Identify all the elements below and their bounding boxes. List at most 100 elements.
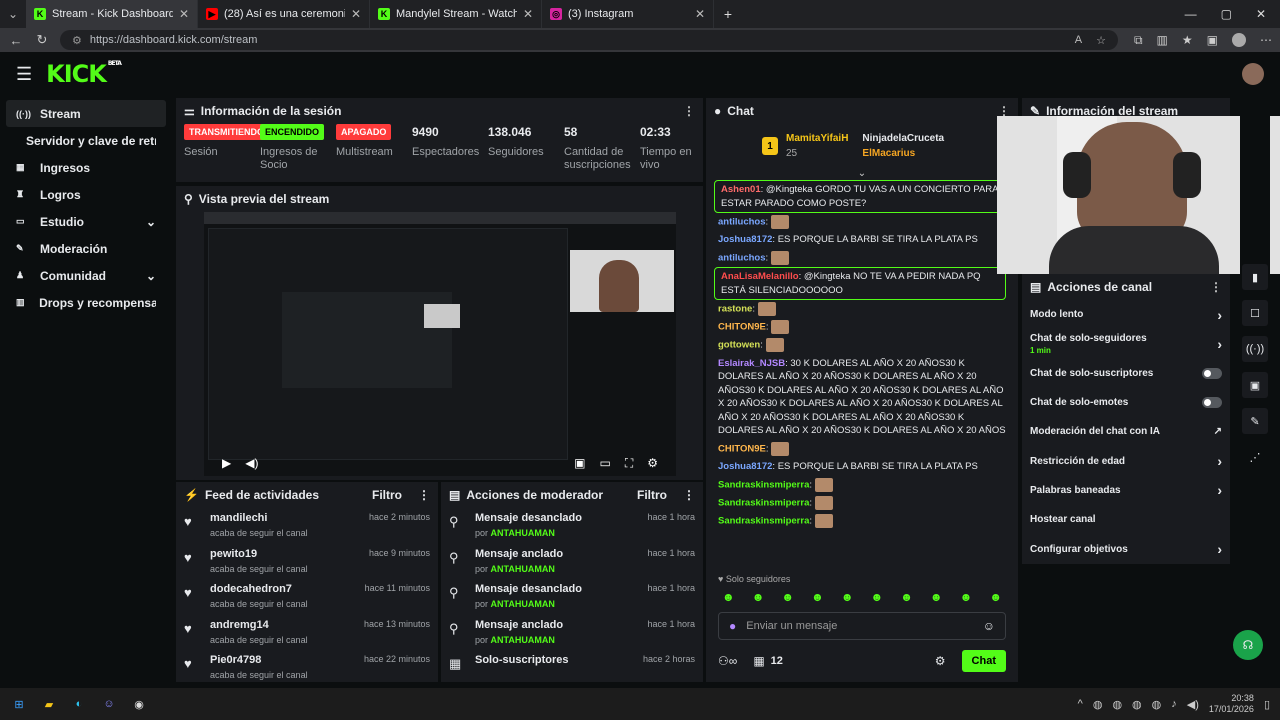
- tray-app-icon[interactable]: ◍: [1132, 698, 1142, 711]
- tray-chevron-icon[interactable]: ^: [1078, 698, 1083, 710]
- url-field[interactable]: ⚙ https://dashboard.kick.com/stream A ☆: [60, 30, 1118, 50]
- toggle-switch[interactable]: [1202, 397, 1222, 409]
- rail-layout-icon[interactable]: ▣: [1242, 372, 1268, 398]
- chevron-right-icon[interactable]: ›: [1217, 307, 1222, 323]
- favorites-icon[interactable]: ★: [1182, 33, 1193, 48]
- split-screen-icon[interactable]: ▥: [1157, 33, 1168, 48]
- chat-settings-icon[interactable]: ⚙: [935, 654, 946, 668]
- emote-icon[interactable]: ☻: [871, 590, 884, 604]
- maximize-icon[interactable]: ▢: [1221, 7, 1232, 21]
- pip-icon[interactable]: ▣: [574, 456, 585, 470]
- browser-tab[interactable]: K Mandylel Stream - Watch Live on K ✕: [370, 0, 542, 28]
- tray-app-icon[interactable]: ◍: [1152, 698, 1162, 711]
- external-link-icon[interactable]: ↗: [1214, 426, 1222, 437]
- back-icon[interactable]: ←: [8, 33, 24, 48]
- chat-username[interactable]: Ashen01: [721, 184, 761, 195]
- chat-message[interactable]: Joshua8172: ES PORQUE LA BARBI SE TIRA L…: [706, 231, 1018, 249]
- play-icon[interactable]: ▶: [222, 456, 231, 470]
- store-icon[interactable]: ▦: [753, 654, 764, 668]
- notifications-icon[interactable]: ▯: [1264, 698, 1270, 711]
- theater-icon[interactable]: ▭: [599, 456, 610, 470]
- tray-app-icon[interactable]: ◍: [1112, 698, 1122, 711]
- close-window-icon[interactable]: ✕: [1256, 7, 1266, 21]
- emote-icon[interactable]: ☻: [722, 590, 735, 604]
- activity-item[interactable]: ♥ Pie0r4798 acaba de seguir el canal hace 2…: [176, 650, 438, 682]
- new-tab-button[interactable]: +: [714, 6, 742, 22]
- profile-icon[interactable]: [1232, 32, 1246, 47]
- rail-wrench-icon[interactable]: ✎: [1242, 408, 1268, 434]
- chat-message[interactable]: rastone:: [706, 300, 1018, 318]
- activity-item[interactable]: ♥ andremg14 acaba de seguir el canal hace 1…: [176, 615, 438, 651]
- chat-message[interactable]: CHITON9E:: [706, 318, 1018, 336]
- chevron-down-icon[interactable]: ⌄: [146, 269, 156, 283]
- tray-mic-icon[interactable]: ♪: [1171, 698, 1177, 710]
- chat-username[interactable]: AnaLisaMelanillo: [721, 271, 799, 282]
- rail-bookmark-icon[interactable]: ▮: [1242, 264, 1268, 290]
- user-avatar[interactable]: [1242, 63, 1264, 85]
- channel-action-row[interactable]: Configurar objetivos ›: [1022, 534, 1230, 563]
- emote-icon[interactable]: ☻: [989, 590, 1002, 604]
- mod-action-item[interactable]: ▦ Solo-suscriptores hace 2 horas: [441, 650, 703, 682]
- windows-start-icon[interactable]: ⊞: [10, 695, 28, 713]
- settings-icon[interactable]: ⚙: [647, 456, 658, 470]
- chat-username[interactable]: gottowen: [718, 340, 760, 351]
- chat-message[interactable]: Sandraskinsmiperra:: [706, 476, 1018, 494]
- emote-icon[interactable]: ☻: [781, 590, 794, 604]
- tray-volume-icon[interactable]: ◀): [1187, 698, 1199, 711]
- chevron-right-icon[interactable]: ›: [1217, 336, 1222, 352]
- channel-action-row[interactable]: Chat de solo-seguidores 1 min ›: [1022, 329, 1230, 358]
- rail-share-icon[interactable]: ⋰: [1242, 444, 1268, 470]
- chat-send-button[interactable]: Chat: [961, 650, 1006, 672]
- site-info-icon[interactable]: ⚙: [72, 34, 82, 47]
- obs-icon[interactable]: ◉: [130, 695, 148, 713]
- activity-item[interactable]: ♥ pewito19 acaba de seguir el canal hace 9 …: [176, 544, 438, 580]
- chat-username[interactable]: Eslairak_NJSB: [718, 358, 785, 369]
- chat-message[interactable]: CHITON9E:: [706, 440, 1018, 458]
- chat-username[interactable]: antiluchos: [718, 217, 766, 228]
- channel-action-row[interactable]: Chat de solo-suscriptores: [1022, 359, 1230, 388]
- fullscreen-icon[interactable]: ⛶: [625, 456, 633, 471]
- moderator-name[interactable]: ANTAHUAMAN: [491, 564, 555, 574]
- emote-icon[interactable]: ☻: [930, 590, 943, 604]
- activity-item[interactable]: ♥ mandilechi acaba de seguir el canal hace …: [176, 508, 438, 544]
- activity-item[interactable]: ♥ dodecahedron7 acaba de seguir el canal ha…: [176, 579, 438, 615]
- rail-broadcast-icon[interactable]: ((·)): [1242, 336, 1268, 362]
- chat-message[interactable]: antiluchos:: [706, 249, 1018, 267]
- chevron-right-icon[interactable]: ›: [1217, 541, 1222, 557]
- emote-icon[interactable]: ☻: [900, 590, 913, 604]
- file-explorer-icon[interactable]: ▰: [40, 695, 58, 713]
- chat-message[interactable]: Sandraskinsmiperra:: [706, 494, 1018, 512]
- more-options-icon[interactable]: ⋮: [683, 104, 695, 118]
- menu-dots-icon[interactable]: ⋯: [1260, 33, 1272, 48]
- close-tab-icon[interactable]: ✕: [523, 7, 533, 21]
- channel-action-row[interactable]: Restricción de edad ›: [1022, 446, 1230, 475]
- chevron-down-icon[interactable]: ⌄: [146, 215, 156, 229]
- chat-username[interactable]: Joshua8172: [718, 234, 772, 245]
- moderator-name[interactable]: ANTAHUAMAN: [491, 528, 555, 538]
- edge-browser-icon[interactable]: ◐: [70, 695, 88, 713]
- sidebar-item[interactable]: ((·)) Stream: [6, 100, 166, 127]
- extensions-icon[interactable]: ⧉: [1134, 33, 1143, 48]
- close-tab-icon[interactable]: ✕: [695, 7, 705, 21]
- close-tab-icon[interactable]: ✕: [351, 7, 361, 21]
- more-options-icon[interactable]: ⋮: [418, 488, 430, 502]
- chat-message[interactable]: Sandraskinsmiperra:: [706, 512, 1018, 530]
- chat-message[interactable]: Joshua8172: ES PORQUE LA BARBI SE TIRA L…: [706, 458, 1018, 476]
- sidebar-item[interactable]: ▦ Ingresos: [0, 154, 172, 181]
- emote-icon[interactable]: ☻: [811, 590, 824, 604]
- chat-username[interactable]: Sandraskinsmiperra: [718, 516, 809, 527]
- channel-action-row[interactable]: Hostear canal: [1022, 505, 1230, 534]
- users-icon[interactable]: ⚇∞: [718, 654, 737, 668]
- chat-message[interactable]: Ashen01: @Kingteka GORDO TU VAS A UN CON…: [714, 180, 1006, 214]
- close-tab-icon[interactable]: ✕: [179, 7, 189, 21]
- discord-icon[interactable]: ☺: [100, 695, 118, 713]
- browser-tab[interactable]: ▶ (28) Así es una ceremonia de ayah ✕: [198, 0, 370, 28]
- hamburger-menu-icon[interactable]: ☰: [16, 64, 32, 85]
- more-options-icon[interactable]: ⋮: [1210, 280, 1222, 294]
- stream-preview-video[interactable]: ▶ ◀) ▣ ▭ ⛶ ⚙: [204, 212, 676, 476]
- sidebar-item[interactable]: ▥ Drops y recompensas: [0, 289, 172, 316]
- chat-username[interactable]: CHITON9E: [718, 444, 766, 455]
- favorite-icon[interactable]: ☆: [1096, 34, 1106, 47]
- channel-action-row[interactable]: Palabras baneadas ›: [1022, 476, 1230, 505]
- chat-username[interactable]: Joshua8172: [718, 461, 772, 472]
